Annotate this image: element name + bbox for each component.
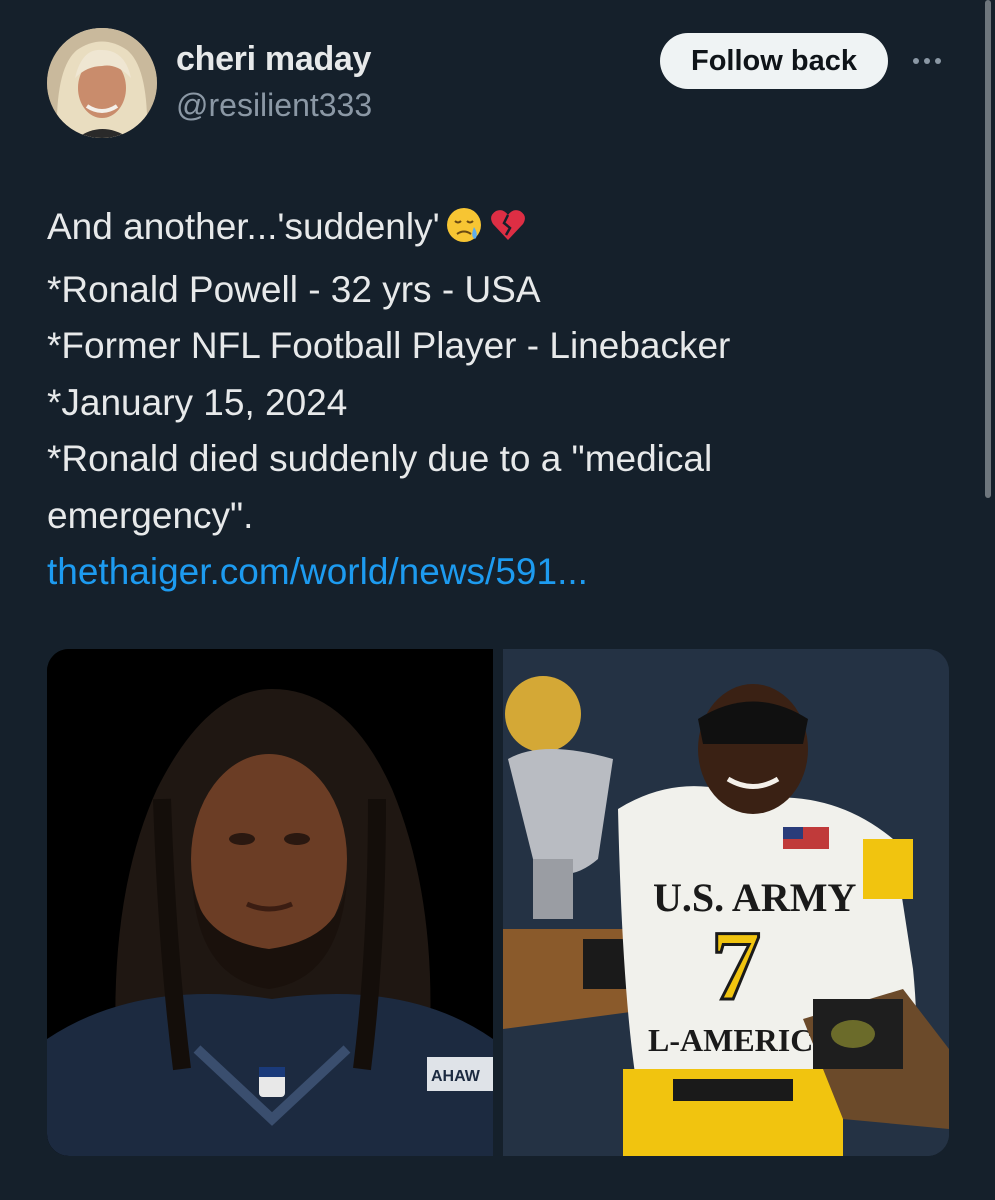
jersey-number: 7: [711, 910, 761, 1021]
more-dot: [924, 58, 930, 64]
headshot-jersey-text: AHAW: [431, 1068, 481, 1085]
broken-heart-emoji: [488, 205, 528, 262]
more-dot: [935, 58, 941, 64]
tweet-line-1: And another...'suddenly': [47, 199, 947, 262]
player-headshot-photo[interactable]: AHAW: [47, 649, 493, 1156]
author-handle[interactable]: @resilient333: [176, 87, 372, 124]
tweet-text: And another...'suddenly' *Ronald Powell …: [47, 199, 947, 601]
media-grid: AHAW U.S. ARMY 7 L-AMERICA: [47, 649, 949, 1156]
tweet-line-3: *Former NFL Football Player - Linebacker: [47, 325, 731, 366]
more-dot: [913, 58, 919, 64]
player-trophy-photo[interactable]: U.S. ARMY 7 L-AMERICA: [503, 649, 949, 1156]
author-display-name[interactable]: cheri maday: [176, 40, 371, 79]
tweet-line-1-text: And another...'suddenly': [47, 206, 440, 247]
tweet-line-5: *Ronald died suddenly due to a "medical …: [47, 438, 713, 536]
scrollbar[interactable]: [985, 0, 991, 498]
follow-back-button[interactable]: Follow back: [660, 33, 888, 89]
tweet-line-4: *January 15, 2024: [47, 381, 348, 423]
tweet-link[interactable]: thethaiger.com/world/news/591...: [47, 544, 947, 601]
sad-tear-face-emoji: [444, 205, 484, 262]
more-horizontal-icon[interactable]: [907, 46, 947, 76]
tweet-line-2: *Ronald Powell - 32 yrs - USA: [47, 268, 541, 310]
avatar[interactable]: [47, 28, 157, 138]
